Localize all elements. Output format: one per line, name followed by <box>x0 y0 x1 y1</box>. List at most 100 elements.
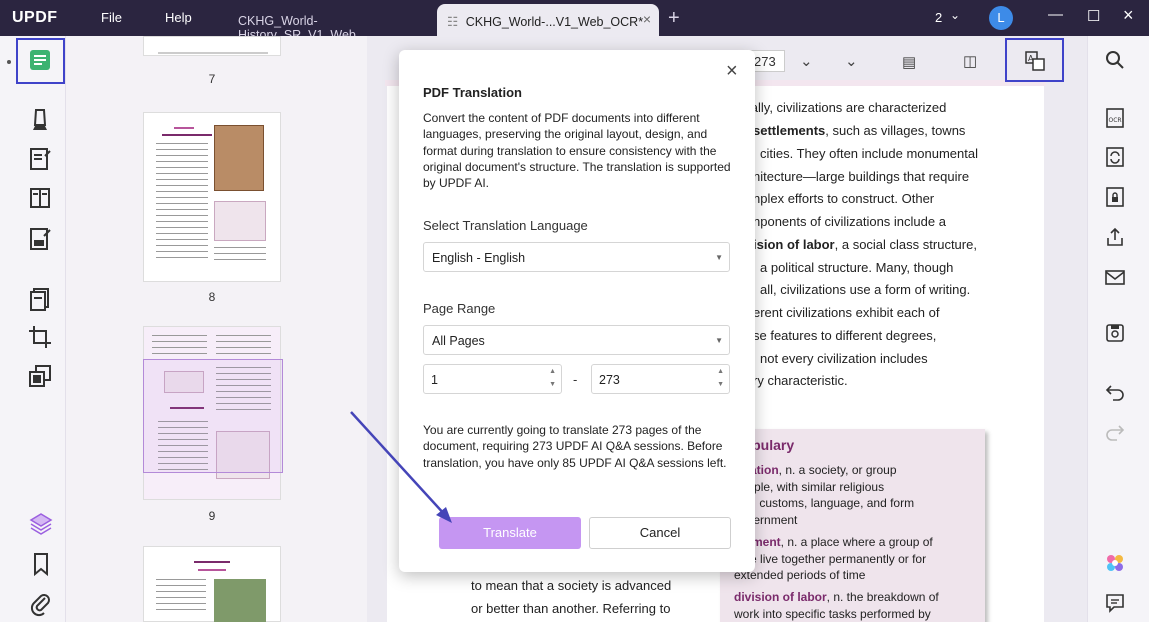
thumbnail-page-7[interactable] <box>143 36 281 56</box>
share-icon[interactable] <box>1104 226 1126 248</box>
updf-ai-icon[interactable] <box>1104 552 1126 574</box>
undo-icon[interactable] <box>1104 380 1126 402</box>
tools-icon[interactable] <box>27 363 53 389</box>
tab-document-2[interactable]: ☷ CKHG_World-...V1_Web_OCR* × <box>437 4 659 36</box>
document-icon: ☷ <box>447 15 459 29</box>
doc-line: or better than another. Referring to <box>471 601 671 616</box>
dialog-title: PDF Translation <box>423 85 522 100</box>
pdf-translation-dialog: × PDF Translation Convert the content of… <box>399 50 755 572</box>
organize-pages-icon[interactable] <box>27 286 53 312</box>
crop-icon[interactable] <box>27 324 53 350</box>
language-select[interactable]: English - English ▼ <box>423 242 730 272</box>
indicator-dot <box>7 60 11 64</box>
doc-line: to mean that a society is advanced <box>471 578 672 593</box>
email-icon[interactable] <box>1104 266 1126 288</box>
range-to-value: 273 <box>599 373 620 387</box>
minimize-icon[interactable]: — <box>1048 6 1063 23</box>
doc-line: erent civilizations exhibit each of <box>753 305 940 320</box>
page-range-label: Page Range <box>423 301 496 316</box>
menu-help[interactable]: Help <box>165 10 192 25</box>
translate-icon[interactable]: A <box>1025 51 1045 75</box>
new-tab-icon[interactable]: + <box>668 7 680 30</box>
dialog-description: Convert the content of PDF documents int… <box>423 111 731 191</box>
vocab-line: ttlement, n. a place where a group of <box>734 535 933 549</box>
thumbnail-label: 9 <box>208 509 216 523</box>
caret-down-icon: ▼ <box>715 336 723 345</box>
menu-file[interactable]: File <box>101 10 122 25</box>
range-from-value: 1 <box>431 373 438 387</box>
layers-icon[interactable] <box>28 511 54 537</box>
vocab-line: ilization, n. a society, or group <box>734 463 897 477</box>
updf-logo: UPDF <box>12 9 58 26</box>
maximize-icon[interactable]: ☐ <box>1087 7 1100 25</box>
svg-text:A: A <box>1028 54 1034 63</box>
page-range-value: All Pages <box>432 334 485 348</box>
doc-line: nitecture—large buildings that require <box>753 169 970 184</box>
thumbnail-label: 7 <box>208 72 216 86</box>
redo-icon[interactable] <box>1104 420 1126 442</box>
save-icon[interactable] <box>1104 322 1126 344</box>
doc-line: ry characteristic. <box>753 373 848 388</box>
translate-button[interactable]: Translate <box>439 517 581 549</box>
thumbnail-page-8[interactable] <box>143 112 281 282</box>
doc-line: all, civilizations use a form of writing… <box>760 282 971 297</box>
next-page-icon[interactable]: ⌄ <box>800 52 813 70</box>
vocab-definition: , n. a place where a group of <box>780 535 933 549</box>
vocab-definition: , n. a society, or group <box>778 463 897 477</box>
attachment-icon[interactable] <box>28 591 54 617</box>
doc-line: ision of labor, a social class structure… <box>753 237 977 252</box>
edit-pdf-icon[interactable] <box>27 146 53 172</box>
range-separator: - <box>573 372 578 387</box>
doc-bold-term: settlements <box>753 123 826 138</box>
doc-line: se features to different degrees, <box>753 328 937 343</box>
window-count[interactable]: 2 <box>935 10 942 25</box>
thumbnail-selection <box>143 359 283 473</box>
page-layout-icon[interactable] <box>27 185 53 211</box>
doc-line: a political structure. Many, though <box>760 260 954 275</box>
vocab-line: people, with similar religious <box>734 480 885 494</box>
doc-bold-term: ision of labor <box>753 237 835 252</box>
bookmark-icon[interactable] <box>28 551 54 577</box>
page-range-select[interactable]: All Pages ▼ <box>423 325 730 355</box>
svg-text:OCR: OCR <box>1109 117 1122 124</box>
cancel-button[interactable]: Cancel <box>589 517 731 549</box>
vocab-line: ople live together permanently or for <box>734 552 927 566</box>
vocab-definition: , n. the breakdown of <box>826 590 939 604</box>
ocr-icon[interactable]: OCR <box>1104 107 1126 129</box>
tab-document-1[interactable]: CKHG_World-History_SR_V1_Web <box>228 4 428 42</box>
thumbnail-page-10[interactable] <box>143 546 281 622</box>
spin-down-icon[interactable]: ▼ <box>549 381 556 388</box>
range-to-input[interactable]: 273 ▲ ▼ <box>591 364 730 394</box>
doc-line: settlements, such as villages, towns <box>753 123 965 138</box>
close-dialog-icon[interactable]: × <box>726 60 738 83</box>
thumbnail-label: 8 <box>208 290 216 304</box>
spin-up-icon[interactable]: ▲ <box>717 368 724 375</box>
chat-icon[interactable] <box>1104 592 1126 614</box>
form-icon[interactable] <box>27 226 53 252</box>
tab-label: CKHG_World-...V1_Web_OCR* <box>465 15 644 29</box>
sessions-note: You are currently going to translate 273… <box>423 423 727 470</box>
close-window-icon[interactable]: × <box>1123 5 1134 26</box>
close-tab-icon[interactable]: × <box>643 11 651 27</box>
vocabulary-box: ocabulary ilization, n. a society, or gr… <box>720 429 985 622</box>
spin-down-icon[interactable]: ▼ <box>717 381 724 388</box>
doc-line: nplex efforts to construct. Other <box>753 191 935 206</box>
vocab-line: extended periods of time <box>734 568 866 582</box>
last-page-icon[interactable]: ⌄ <box>845 52 858 70</box>
search-icon[interactable] <box>1104 49 1126 71</box>
avatar[interactable]: L <box>989 6 1013 30</box>
caret-down-icon: ▼ <box>715 253 723 262</box>
doc-line: cities. They often include monumental <box>760 146 978 161</box>
spin-up-icon[interactable]: ▲ <box>549 368 556 375</box>
vocab-term: division of labor <box>734 590 827 604</box>
range-from-input[interactable]: 1 ▲ ▼ <box>423 364 562 394</box>
convert-icon[interactable] <box>1104 146 1126 168</box>
presentation-icon[interactable]: ▤ <box>902 53 916 71</box>
doc-line: nerally, civilizations are characterized <box>732 100 947 115</box>
page-view-icon[interactable]: ◫ <box>963 52 977 70</box>
comment-icon[interactable] <box>27 106 53 132</box>
protect-icon[interactable] <box>1104 186 1126 208</box>
reader-icon[interactable] <box>27 47 53 73</box>
vocab-line: division of labor, n. the breakdown of <box>734 590 939 604</box>
chevron-down-icon[interactable]: ⌄ <box>950 8 960 22</box>
